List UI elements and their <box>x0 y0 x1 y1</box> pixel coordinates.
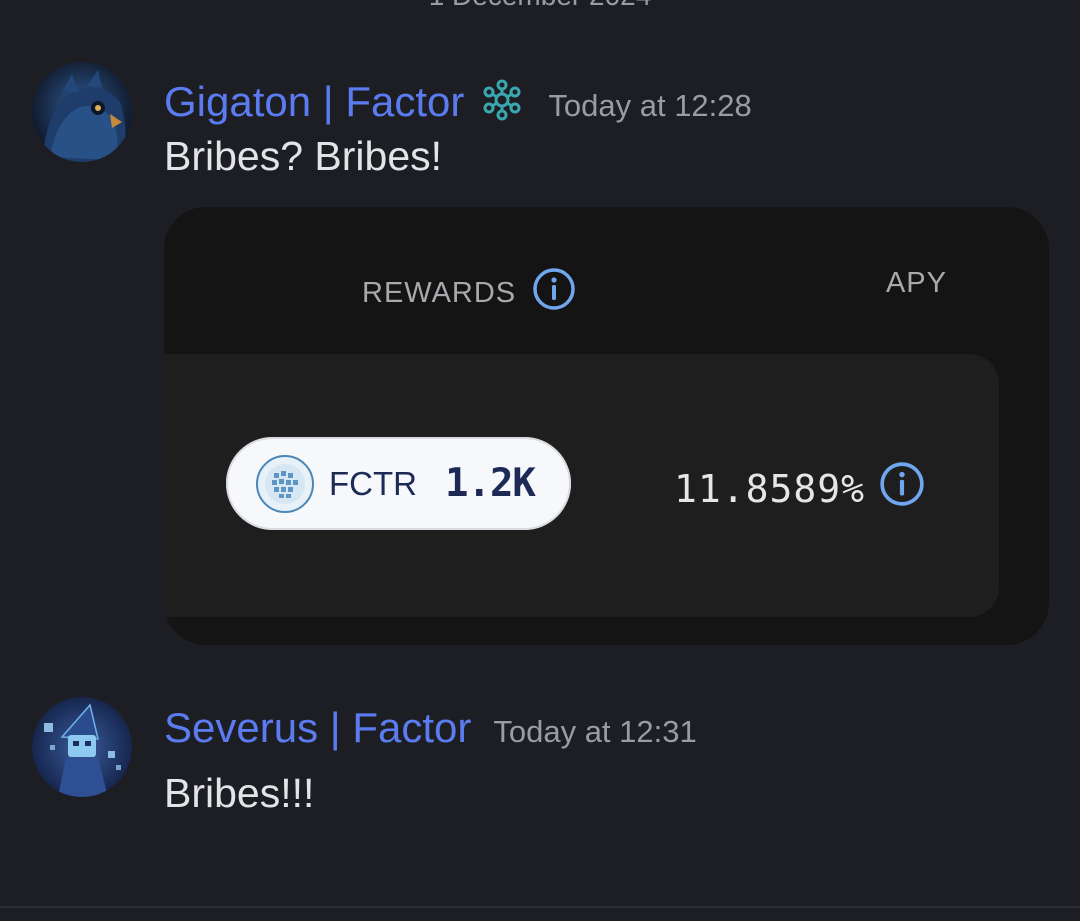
rewards-row: FCTR 1.2K 11.8589% <box>164 354 999 617</box>
rewards-embed: REWARDS APY FCTR 1.2K 11.8589% <box>164 207 1049 645</box>
timestamp[interactable]: Today at 12:28 <box>548 88 751 124</box>
owl-avatar[interactable] <box>32 62 132 162</box>
apy-label: APY <box>885 267 947 299</box>
message-text: Bribes!!! <box>164 770 315 816</box>
info-icon[interactable] <box>532 267 576 319</box>
apy-value-group: 11.8589% <box>674 461 925 516</box>
fctr-token-icon <box>256 454 314 513</box>
username[interactable]: Gigaton | Factor <box>164 78 464 126</box>
token-pill[interactable]: FCTR 1.2K <box>226 437 571 530</box>
rewards-header: REWARDS <box>362 267 576 319</box>
factor-badge-icon[interactable] <box>478 76 526 124</box>
rewards-label: REWARDS <box>362 276 517 309</box>
info-icon[interactable] <box>879 461 925 516</box>
token-symbol: FCTR <box>329 464 417 502</box>
apy-value: 11.8589% <box>674 466 866 511</box>
divider <box>0 906 1080 908</box>
message-header: Gigaton | Factor Today at 12:28 <box>164 68 752 126</box>
message-header: Severus | Factor Today at 12:31 <box>164 704 697 752</box>
token-amount: 1.2K <box>444 461 536 506</box>
username[interactable]: Severus | Factor <box>164 704 471 752</box>
date-divider: 1 December 2024 <box>0 0 1080 11</box>
wizard-avatar[interactable] <box>32 697 132 797</box>
message-text: Bribes? Bribes! <box>164 133 443 179</box>
timestamp[interactable]: Today at 12:31 <box>493 714 696 750</box>
